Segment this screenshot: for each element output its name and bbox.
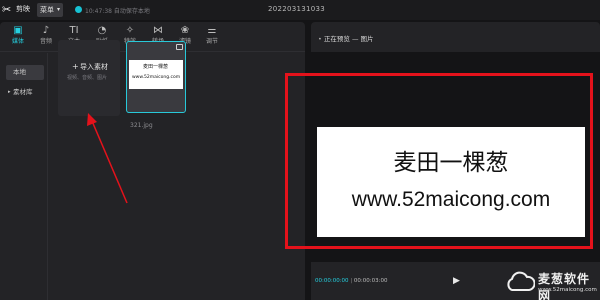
- time-separator: |: [350, 278, 353, 284]
- thumbnail-text-line2: www.52maicong.com: [132, 75, 181, 80]
- preview-title: • 正在预览 — 图片: [318, 33, 374, 43]
- timecode: 00:00:00:00 | 00:00:03:00: [315, 278, 387, 284]
- preview-panel: • 正在预览 — 图片 麦田一棵葱 www.52maicong.com 00:0…: [311, 22, 600, 300]
- menu-button[interactable]: 菜单 ▾: [37, 3, 63, 17]
- sticker-icon: ◔: [97, 25, 107, 36]
- sidebar-item-label: 素材库: [13, 88, 33, 96]
- app-logo-icon: ✂: [2, 3, 12, 16]
- title-bar: ✂ 剪映 菜单 ▾ 10:47:38 自动保存本地 202203131033: [0, 0, 600, 20]
- media-thumbnail[interactable]: 麦田一棵葱 www.52maicong.com: [126, 41, 186, 113]
- effects-icon: ✧: [125, 25, 135, 36]
- preview-image-text-line1: 麦田一棵葱: [393, 150, 509, 176]
- sidebar-item-local[interactable]: 本地: [6, 65, 44, 80]
- tab-audio[interactable]: ♪ 音频: [33, 24, 59, 50]
- tab-label: 调节: [205, 38, 218, 45]
- play-button[interactable]: ▶: [453, 276, 460, 286]
- watermark-url: www.52maicong.com: [538, 287, 597, 293]
- preview-stage: 麦田一棵葱 www.52maicong.com: [311, 52, 600, 262]
- current-time: 00:00:00:00: [315, 278, 349, 284]
- document-title: 202203131033: [268, 5, 326, 13]
- total-time: 00:00:03:00: [353, 278, 388, 284]
- watermark-name: 麦葱软件网: [538, 272, 591, 300]
- plus-icon: +: [72, 62, 79, 71]
- bullet-icon: •: [318, 35, 322, 43]
- preview-image: 麦田一棵葱 www.52maicong.com: [317, 127, 585, 237]
- adjust-icon: ⚌: [207, 25, 217, 36]
- tab-adjust[interactable]: ⚌ 调节: [199, 24, 225, 50]
- sidebar-item-library[interactable]: ▸ 素材库: [6, 85, 44, 100]
- save-status: 10:47:38 自动保存本地: [85, 8, 150, 15]
- watermark: 麦葱软件网 www.52maicong.com: [505, 268, 600, 300]
- thumbnail-filename: 321.jpg: [130, 122, 153, 129]
- preview-image-text-line2: www.52maicong.com: [351, 188, 551, 211]
- tab-media[interactable]: ▣ 媒体: [5, 24, 31, 50]
- cloud-logo-icon: [507, 271, 535, 291]
- sidebar: 本地 ▸ 素材库: [0, 53, 48, 300]
- thumbnail-image: 麦田一棵葱 www.52maicong.com: [129, 60, 183, 89]
- sidebar-item-label: 本地: [13, 68, 26, 76]
- text-icon: TI: [69, 25, 79, 36]
- app-name: 剪映: [16, 5, 30, 13]
- menu-button-label: 菜单: [40, 6, 54, 14]
- tab-label: 媒体: [11, 38, 24, 45]
- import-hint: 视频、音频、图片: [67, 75, 108, 81]
- preview-title-text: 正在预览 — 图片: [323, 35, 374, 43]
- thumbnail-text-line1: 麦田一棵葱: [143, 64, 169, 70]
- media-icon: ▣: [13, 25, 23, 36]
- import-media-button[interactable]: + 导入素材 视频、音频、图片: [58, 40, 120, 116]
- import-label: 导入素材: [80, 63, 108, 71]
- audio-icon: ♪: [42, 25, 50, 36]
- image-type-icon: [176, 44, 183, 50]
- save-status-icon: [75, 6, 82, 13]
- transition-icon: ⋈: [153, 25, 163, 36]
- tab-label: 音频: [39, 38, 52, 45]
- filter-icon: ❀: [180, 25, 190, 36]
- chevron-right-icon: ▸: [8, 89, 11, 95]
- chevron-down-icon: ▾: [56, 6, 60, 13]
